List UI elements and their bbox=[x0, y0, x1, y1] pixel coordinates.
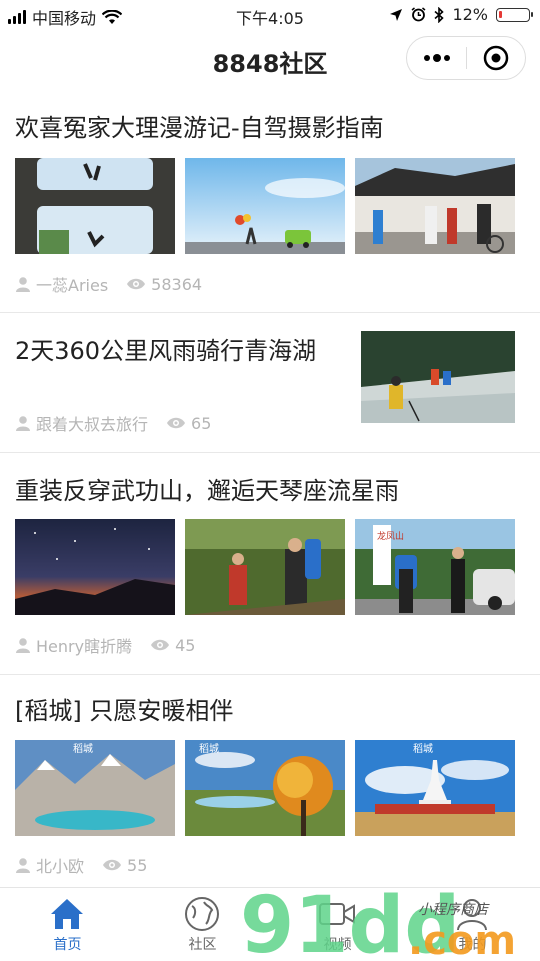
eye-icon bbox=[167, 417, 186, 429]
article-photo[interactable] bbox=[185, 519, 345, 615]
tab-video[interactable]: 视频 bbox=[270, 888, 405, 961]
article-title[interactable]: 重装反穿武功山，邂逅天琴座流星雨 bbox=[15, 471, 399, 506]
nav-bar: 8848社区 bbox=[0, 30, 540, 88]
author-name: 一蕊Aries bbox=[36, 276, 109, 295]
eye-icon bbox=[103, 859, 122, 871]
article-thumbnails bbox=[15, 158, 515, 254]
article-title[interactable]: [稻城] 只愿安暖相伴 bbox=[15, 691, 233, 726]
tab-label: 首页 bbox=[53, 937, 82, 953]
battery-level bbox=[499, 10, 502, 18]
tab-home[interactable]: 首页 bbox=[0, 888, 135, 961]
eye-icon bbox=[151, 639, 170, 651]
status-bar: 中国移动 下午4:05 12% bbox=[0, 0, 540, 30]
article-photo[interactable] bbox=[15, 519, 175, 615]
article-photo[interactable] bbox=[185, 158, 345, 254]
article-photo[interactable] bbox=[355, 158, 515, 254]
user-icon bbox=[16, 858, 30, 873]
alarm-icon bbox=[411, 7, 426, 22]
views-group: 58364 bbox=[126, 275, 202, 294]
view-count: 58364 bbox=[151, 274, 203, 294]
battery-icon bbox=[496, 7, 533, 22]
article-meta: 一蕊Aries 58364 bbox=[15, 272, 212, 296]
user-icon bbox=[16, 638, 30, 653]
article-title[interactable]: 欢喜冤家大理漫游记-自驾摄影指南 bbox=[15, 108, 384, 143]
battery-percent: 12% bbox=[452, 5, 488, 24]
tab-label: 视频 bbox=[323, 937, 352, 953]
author-group: Henry瞎折腾 bbox=[15, 633, 132, 657]
article-card[interactable]: 欢喜冤家大理漫游记-自驾摄影指南 一蕊Aries 58364 bbox=[0, 88, 540, 313]
article-card[interactable]: 2天360公里风雨骑行青海湖 跟着大叔去旅行 65 bbox=[0, 313, 540, 453]
author-name: 北小欧 bbox=[36, 857, 85, 876]
tab-bar: 首页 社区 视频 我的 bbox=[0, 887, 540, 961]
views-group: 65 bbox=[166, 414, 211, 433]
author-name: Henry瞎折腾 bbox=[36, 637, 133, 656]
person-icon bbox=[452, 894, 492, 934]
more-dots-icon bbox=[423, 54, 450, 62]
author-name: 跟着大叔去旅行 bbox=[36, 415, 149, 434]
view-count: 55 bbox=[127, 855, 148, 875]
article-photo[interactable]: 稻城 bbox=[185, 740, 345, 836]
close-target-icon bbox=[483, 45, 509, 71]
mountain-sign-text: 龙凤山 bbox=[377, 530, 404, 542]
user-icon bbox=[16, 277, 30, 292]
home-icon bbox=[47, 894, 87, 934]
author-group: 跟着大叔去旅行 bbox=[15, 411, 148, 435]
close-button[interactable] bbox=[467, 37, 525, 79]
article-photo[interactable]: 稻城 bbox=[355, 740, 515, 836]
tab-label: 社区 bbox=[188, 937, 217, 953]
article-photo[interactable]: 龙凤山 bbox=[355, 519, 515, 615]
article-card[interactable]: 重装反穿武功山，邂逅天琴座流星雨 龙凤山 Henry瞎折腾 45 bbox=[0, 453, 540, 675]
video-icon bbox=[317, 894, 357, 934]
article-title[interactable]: 2天360公里风雨骑行青海湖 bbox=[15, 331, 316, 366]
daocheng-label: 稻城 bbox=[199, 743, 219, 755]
article-meta: 北小欧 55 bbox=[15, 853, 157, 877]
location-icon bbox=[390, 8, 403, 21]
author-group: 北小欧 bbox=[15, 853, 84, 877]
globe-icon bbox=[182, 894, 222, 934]
article-thumbnails: 稻城 稻城 稻城 bbox=[15, 740, 515, 836]
tab-label: 我的 bbox=[458, 937, 487, 953]
more-button[interactable] bbox=[407, 37, 466, 79]
article-photo[interactable] bbox=[361, 331, 515, 423]
view-count: 65 bbox=[191, 413, 212, 433]
daocheng-label: 稻城 bbox=[413, 743, 433, 755]
eye-icon bbox=[127, 278, 146, 290]
user-icon bbox=[16, 416, 30, 431]
views-group: 45 bbox=[150, 636, 195, 655]
tab-mine[interactable]: 我的 bbox=[405, 888, 540, 961]
bluetooth-icon bbox=[434, 6, 445, 23]
views-group: 55 bbox=[102, 856, 147, 875]
status-right: 12% bbox=[389, 5, 533, 24]
article-meta: Henry瞎折腾 45 bbox=[15, 633, 205, 657]
article-card[interactable]: [稻城] 只愿安暖相伴 稻城 稻城 稻城 北小欧 55 bbox=[0, 675, 540, 887]
mini-program-capsule bbox=[406, 36, 526, 80]
view-count: 45 bbox=[175, 635, 196, 655]
article-thumbnails: 龙凤山 bbox=[15, 519, 515, 615]
article-photo[interactable]: 稻城 bbox=[15, 740, 175, 836]
tab-community[interactable]: 社区 bbox=[135, 888, 270, 961]
author-group: 一蕊Aries bbox=[15, 272, 108, 296]
daocheng-label: 稻城 bbox=[73, 743, 93, 755]
article-photo[interactable] bbox=[15, 158, 175, 254]
article-meta: 跟着大叔去旅行 65 bbox=[15, 411, 221, 435]
